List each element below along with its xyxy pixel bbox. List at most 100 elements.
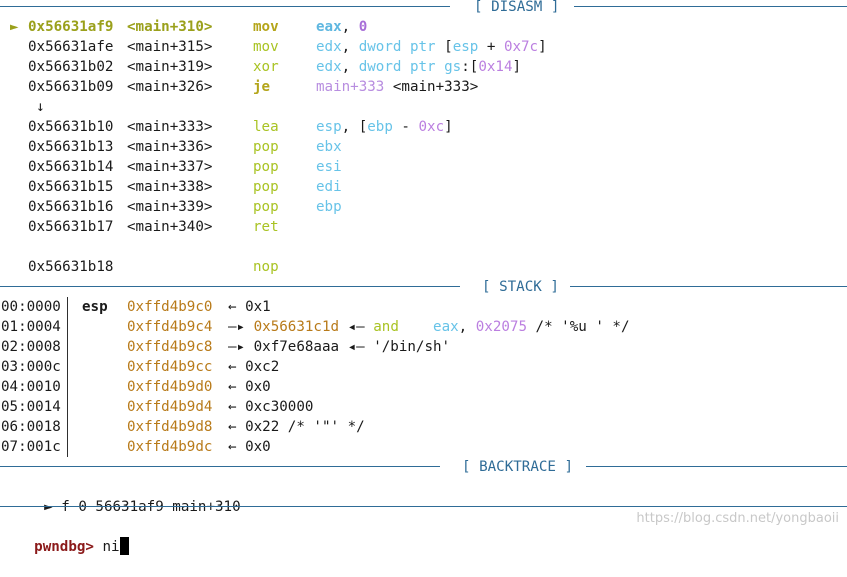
instruction-symbol: <main+336>: [127, 139, 213, 155]
operand-token: ,: [341, 39, 359, 55]
instruction-address: 0x56631b09: [28, 79, 114, 95]
stack-address: 0xffd4b9d0: [127, 379, 213, 395]
instruction-mnemonic: nop: [253, 259, 279, 275]
chain-token: —▸: [228, 319, 246, 335]
instruction-address: 0x56631b17: [28, 219, 114, 235]
stack-address: 0xffd4b9dc: [127, 439, 213, 455]
operand-token: eax: [316, 19, 342, 35]
instruction-address: 0x56631b10: [28, 119, 114, 135]
command-input[interactable]: ni: [103, 539, 120, 555]
chain-token: 0x0: [236, 379, 271, 395]
text-cursor: [119, 537, 129, 555]
operand-token: 0x7c: [503, 39, 539, 55]
chain-token: 0x22 /* '"' */: [236, 419, 365, 435]
stack-offset: 07:001c: [1, 439, 61, 455]
chain-token: and: [373, 319, 399, 335]
disasm-separator: [ DISASM ]: [0, 0, 847, 17]
operand-token: dword ptr: [358, 39, 436, 55]
stack-separator: [ STACK ]: [0, 277, 847, 297]
instruction-address: 0x56631b18: [28, 259, 114, 275]
instruction-operands: ebx: [316, 137, 342, 157]
operand-token: ]: [444, 119, 453, 135]
terminal-window[interactable]: [ DISASM ] ► 0x56631af9 <main+310> mov eax, …: [0, 0, 847, 555]
chain-token: 0x56631c1d: [253, 319, 340, 335]
operand-token: <main+333>: [392, 79, 479, 95]
chain-token: 0xc30000: [236, 399, 314, 415]
stack-address: 0xffd4b9d4: [127, 399, 213, 415]
instruction-symbol: <main+337>: [127, 159, 213, 175]
chain-token: [399, 319, 433, 335]
operand-token: ebp: [316, 199, 342, 215]
chain-token: ◂—: [339, 319, 374, 335]
instruction-operands: eax, 0: [316, 17, 367, 37]
backtrace-separator: [ BACKTRACE ]: [0, 457, 847, 477]
instruction-address: 0x56631b14: [28, 159, 114, 175]
operand-token: main+333: [316, 79, 385, 95]
instruction-mnemonic: pop: [253, 179, 279, 195]
stack-address: 0xffd4b9d8: [127, 419, 213, 435]
instruction-address: 0x56631b15: [28, 179, 114, 195]
instruction-mnemonic: pop: [253, 159, 279, 175]
instruction-mnemonic: mov: [253, 19, 279, 35]
chain-token: ←: [228, 379, 237, 395]
backtrace-section-title: [ BACKTRACE ]: [462, 459, 574, 475]
instruction-operands: esp, [ebp - 0xc]: [316, 117, 453, 137]
stack-offset: 05:0014: [1, 399, 61, 415]
operand-token: ebp: [367, 119, 393, 135]
stack-value-chain: ← 0xc2: [228, 357, 279, 377]
instruction-mnemonic: je: [253, 79, 271, 95]
instruction-symbol: <main+339>: [127, 199, 213, 215]
stack-register-label: esp: [82, 299, 108, 315]
chain-token: ,: [458, 319, 476, 335]
operand-token: ]: [512, 59, 522, 75]
stack-offset: 00:0000: [1, 299, 61, 315]
instruction-operands: esi: [316, 157, 342, 177]
operand-token: , [: [341, 119, 368, 135]
operand-token: [: [435, 39, 453, 55]
operand-token: edi: [316, 179, 342, 195]
stack-offset: 04:0010: [1, 379, 61, 395]
stack-value-chain: —▸ 0x56631c1d ◂— and eax, 0x2075 /* '%u …: [228, 317, 630, 337]
operand-token: [384, 79, 393, 95]
instruction-address: 0x56631b02: [28, 59, 114, 75]
chain-token: /* '%u ' */: [527, 319, 630, 335]
stack-address: 0xffd4b9c0: [127, 299, 213, 315]
operand-token: 0: [358, 19, 368, 35]
watermark: https://blog.csdn.net/yongbaoii: [636, 511, 839, 526]
backtrace-frame: ► f 0 56631af9 main+310: [10, 477, 240, 515]
chain-token: ←: [228, 439, 237, 455]
instruction-symbol: <main+319>: [127, 59, 213, 75]
instruction-mnemonic: lea: [253, 119, 279, 135]
chain-token: 0x0: [236, 439, 271, 455]
current-instruction-marker: ►: [10, 19, 19, 35]
stack-offset: 06:0018: [1, 419, 61, 435]
instruction-address: 0x56631b16: [28, 199, 114, 215]
prompt-label: pwndbg>: [34, 539, 94, 555]
operand-token: edx: [316, 59, 342, 75]
instruction-symbol: <main+338>: [127, 179, 213, 195]
stack-divider: [67, 297, 68, 457]
instruction-mnemonic: pop: [253, 139, 279, 155]
stack-value-chain: ← 0x0: [228, 437, 271, 457]
chain-token: ←: [228, 359, 237, 375]
instruction-symbol: <main+340>: [127, 219, 213, 235]
operand-token: [436, 59, 445, 75]
stack-value-chain: ← 0x1: [228, 297, 271, 317]
instruction-mnemonic: mov: [253, 39, 279, 55]
instruction-address: 0x56631afe: [28, 39, 114, 55]
operand-token: ebx: [316, 139, 342, 155]
stack-offset: 02:0008: [1, 339, 61, 355]
chain-token: ←: [228, 419, 237, 435]
chain-token: 0xf7e68aaa ◂— '/bin/sh': [245, 339, 451, 355]
operand-token: 0x14: [478, 59, 513, 75]
operand-token: ]: [538, 39, 547, 55]
instruction-operands: ebp: [316, 197, 342, 217]
instruction-symbol: <main+333>: [127, 119, 213, 135]
stack-value-chain: ← 0xc30000: [228, 397, 313, 417]
instruction-symbol: <main+310>: [127, 19, 213, 35]
command-prompt-line[interactable]: pwndbg> ni: [0, 517, 129, 555]
stack-value-chain: —▸ 0xf7e68aaa ◂— '/bin/sh': [228, 337, 450, 357]
operand-token: ,: [341, 59, 359, 75]
chain-token: 0x1: [236, 299, 271, 315]
instruction-mnemonic: ret: [253, 219, 279, 235]
